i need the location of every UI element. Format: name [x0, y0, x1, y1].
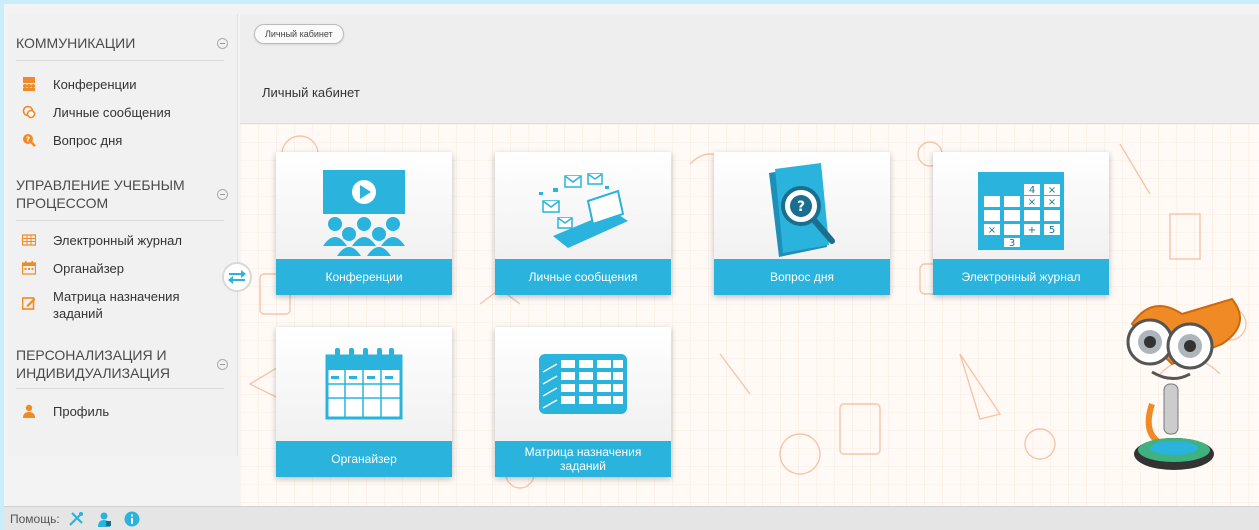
help-label: Помощь: [10, 511, 60, 526]
svg-text:+: + [1028, 225, 1036, 236]
svg-text:?: ? [26, 136, 30, 144]
messages-laptop-icon [539, 173, 628, 248]
divider [16, 388, 224, 389]
tile-art [276, 327, 452, 441]
conference-icon [23, 77, 35, 91]
sidebar-toggle-button[interactable] [222, 262, 252, 292]
sidebar-item-conferences[interactable]: Конференции [22, 76, 222, 93]
messages-icon [22, 105, 36, 119]
sidebar-item-organizer[interactable]: Органайзер [22, 260, 222, 277]
tile-label: Личные сообщения [495, 259, 671, 295]
collapse-icon[interactable] [217, 358, 228, 370]
sidebar-item-label: Личные сообщения [53, 105, 171, 120]
tile-label: Вопрос дня [714, 259, 890, 295]
question-book-icon: ? [769, 163, 835, 257]
tile-art [276, 152, 452, 270]
page-title: Личный кабинет [262, 85, 360, 100]
conference-icon [323, 170, 405, 256]
svg-text:×: × [1028, 197, 1036, 208]
svg-text:×: × [1048, 197, 1056, 208]
tile-journal[interactable]: 4 × × × × +5 3 Электронный журнал [933, 152, 1109, 295]
matrix-table-icon [539, 354, 627, 414]
tile-art [495, 152, 671, 270]
section-header-personalization[interactable]: ПЕРСОНАЛИЗАЦИЯ И ИНДИВИДУАЛИЗАЦИЯ [8, 346, 236, 382]
sidebar-item-profile[interactable]: Профиль [22, 403, 222, 420]
svg-text:?: ? [797, 199, 805, 215]
breadcrumb[interactable]: Личный кабинет [254, 24, 344, 44]
sidebar-item-question-of-day[interactable]: ? Вопрос дня [22, 132, 222, 149]
tile-art: 4 × × × × +5 3 [933, 152, 1109, 270]
collapse-icon[interactable] [217, 37, 228, 49]
tile-organizer[interactable]: Органайзер [276, 327, 452, 477]
svg-text:5: 5 [1049, 225, 1055, 236]
tile-label: Электронный журнал [933, 259, 1109, 295]
tile-label: Органайзер [276, 441, 452, 477]
tile-task-matrix[interactable]: Матрица назначения заданий [495, 327, 671, 477]
dashboard: Конференции Личные сообщения ? Вопрос дн… [240, 124, 1259, 506]
support-user-icon[interactable] [96, 511, 112, 527]
tile-messages[interactable]: Личные сообщения [495, 152, 671, 295]
calendar-icon [22, 261, 36, 275]
user-icon [23, 404, 35, 418]
divider [16, 60, 224, 61]
tile-label: Конференции [276, 259, 452, 295]
tile-question-of-day[interactable]: ? Вопрос дня [714, 152, 890, 295]
info-icon[interactable] [124, 511, 140, 527]
sidebar-item-label: Матрица назначения заданий [53, 289, 180, 321]
tile-art [495, 327, 671, 441]
swap-arrows-icon [228, 270, 246, 284]
sidebar-item-label: Конференции [53, 77, 137, 92]
divider [16, 220, 224, 221]
svg-text:×: × [1048, 185, 1056, 196]
collapse-icon[interactable] [217, 188, 228, 200]
svg-text:4: 4 [1029, 185, 1035, 196]
journal-grid-icon: 4 × × × × +5 3 [978, 172, 1064, 250]
footer: Помощь: [4, 506, 1259, 530]
section-title: ПЕРСОНАЛИЗАЦИЯ И ИНДИВИДУАЛИЗАЦИЯ [16, 347, 170, 381]
tile-conferences[interactable]: Конференции [276, 152, 452, 295]
sidebar-item-label: Органайзер [53, 261, 124, 276]
header: Личный кабинет Личный кабинет [240, 14, 1259, 124]
sidebar-item-label: Вопрос дня [53, 133, 123, 148]
sidebar-item-label: Электронный журнал [53, 233, 182, 248]
sidebar-item-task-matrix[interactable]: Матрица назначения заданий [22, 288, 222, 322]
tile-label: Матрица назначения заданий [495, 441, 671, 477]
section-title: КОММУНИКАЦИИ [16, 35, 136, 51]
svg-text:3: 3 [1009, 238, 1015, 249]
section-header-learning[interactable]: УПРАВЛЕНИЕ УЧЕБНЫМ ПРОЦЕССОМ [8, 176, 236, 212]
question-search-icon: ? [23, 134, 36, 147]
section-header-communications[interactable]: КОММУНИКАЦИИ [8, 34, 236, 52]
sidebar: КОММУНИКАЦИИ Конференции Личные сообщени… [8, 14, 238, 456]
mascot-robot [1126, 297, 1241, 470]
tools-icon[interactable] [68, 511, 84, 527]
edit-icon [22, 297, 36, 310]
sidebar-item-messages[interactable]: Личные сообщения [22, 104, 222, 121]
section-title: УПРАВЛЕНИЕ УЧЕБНЫМ ПРОЦЕССОМ [16, 177, 185, 211]
journal-icon [22, 234, 36, 246]
calendar-icon [325, 348, 403, 420]
sidebar-item-label: Профиль [53, 404, 110, 419]
tile-art: ? [714, 152, 890, 270]
svg-text:×: × [988, 225, 996, 236]
sidebar-item-journal[interactable]: Электронный журнал [22, 232, 222, 249]
